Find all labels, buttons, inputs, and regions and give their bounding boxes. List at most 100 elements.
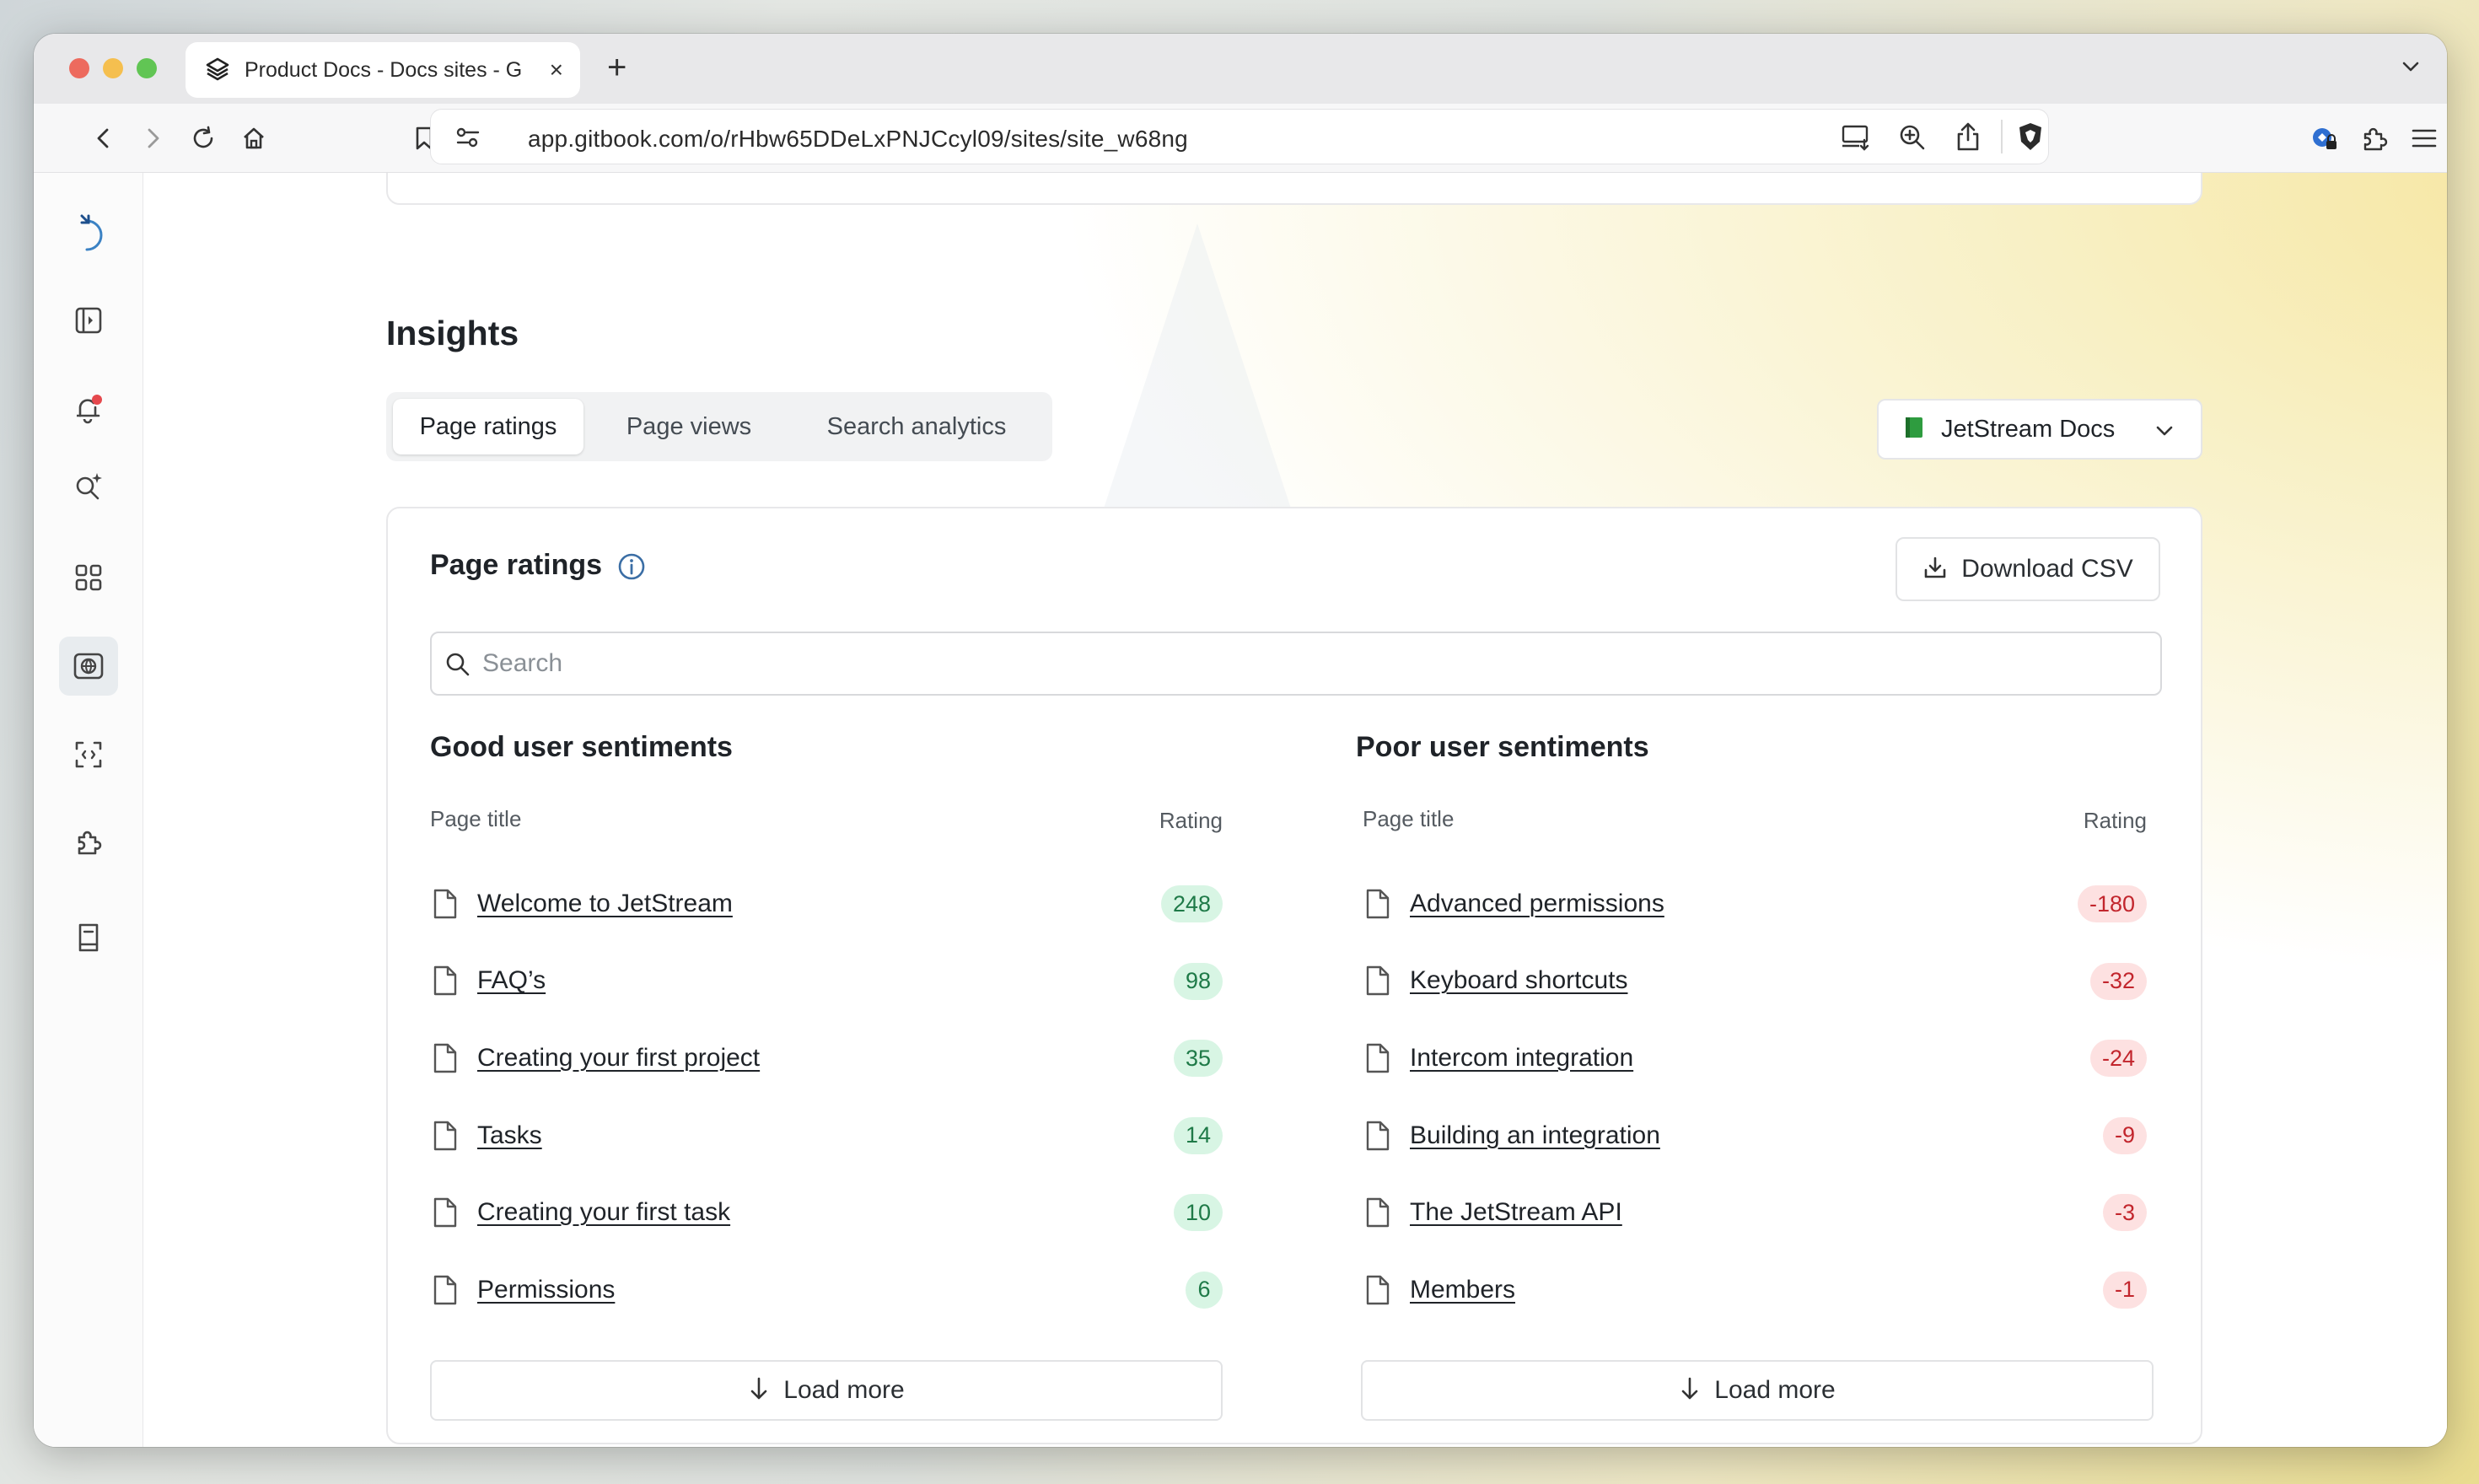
- tab-title: Product Docs - Docs sites - GitBook: [245, 57, 523, 82]
- rating-badge: -24: [2089, 1040, 2147, 1078]
- forward-icon[interactable]: [137, 122, 169, 154]
- brave-shield-icon[interactable]: [2016, 121, 2045, 156]
- document-icon: [1366, 1275, 1390, 1304]
- download-csv-button[interactable]: Download CSV: [1896, 537, 2160, 601]
- page-link[interactable]: Intercom integration: [1410, 1044, 1633, 1073]
- table-row: Building an integration -9: [1363, 1097, 2147, 1175]
- rating-badge: 14: [1173, 1116, 1223, 1154]
- share-icon[interactable]: [1955, 121, 1981, 156]
- rating-badge: -1: [2102, 1271, 2147, 1309]
- close-tab-icon[interactable]: ×: [550, 58, 563, 82]
- menu-icon[interactable]: [2408, 122, 2440, 154]
- profile-lock-icon[interactable]: [2309, 122, 2341, 154]
- table-row: Creating your first task 10: [430, 1174, 1223, 1251]
- toggle-sidebar-icon[interactable]: [59, 291, 118, 350]
- table-row: Intercom integration -24: [1363, 1019, 2147, 1097]
- rating-badge: -180: [2077, 885, 2147, 922]
- page-link[interactable]: The JetStream API: [1410, 1198, 1622, 1227]
- chevron-down-icon: [2154, 420, 2175, 446]
- integrations-icon[interactable]: [59, 814, 118, 873]
- poor-load-more-button[interactable]: Load more: [1361, 1360, 2154, 1421]
- poor-sentiments-list: Advanced permissions -180 Keyboard short…: [1356, 865, 2157, 1329]
- document-icon: [433, 889, 457, 918]
- document-icon: [433, 1121, 457, 1150]
- search-ai-icon[interactable]: [59, 456, 118, 515]
- page-link[interactable]: Tasks: [477, 1121, 542, 1150]
- panel-title: Page ratings: [430, 549, 603, 581]
- gitbook-logo-icon[interactable]: [59, 203, 118, 262]
- gitbook-favicon-icon: [204, 55, 231, 86]
- insights-tabs: Page ratings Page views Search analytics: [386, 392, 1052, 461]
- tab-list-chevron-icon[interactable]: [2400, 56, 2422, 82]
- page-link[interactable]: Building an integration: [1410, 1121, 1660, 1150]
- tab-page-views[interactable]: Page views: [594, 399, 784, 454]
- rating-badge: -3: [2102, 1194, 2147, 1232]
- browser-tab-active[interactable]: Product Docs - Docs sites - GitBook ×: [186, 42, 580, 98]
- page-link[interactable]: Permissions: [477, 1276, 615, 1304]
- column-header-page-title: Page title: [430, 806, 522, 831]
- page-link[interactable]: Creating your first project: [477, 1044, 760, 1073]
- document-icon: [1366, 889, 1390, 918]
- column-header-rating: Rating: [2083, 808, 2147, 833]
- search-icon: [445, 652, 471, 681]
- site-settings-icon[interactable]: [454, 125, 481, 154]
- extensions-icon[interactable]: [2358, 122, 2390, 154]
- minimize-window-button[interactable]: [103, 58, 123, 78]
- table-row: FAQ’s 98: [430, 943, 1223, 1020]
- table-row: Welcome to JetStream 248: [430, 865, 1223, 943]
- document-icon: [433, 1197, 457, 1228]
- apps-grid-icon[interactable]: [59, 548, 118, 607]
- table-row: Tasks 14: [430, 1097, 1223, 1175]
- scan-icon[interactable]: [59, 725, 118, 784]
- page-link[interactable]: Welcome to JetStream: [477, 890, 733, 918]
- good-load-more-button[interactable]: Load more: [430, 1360, 1223, 1421]
- info-icon[interactable]: [617, 552, 646, 585]
- search-input[interactable]: [482, 643, 2135, 684]
- table-row: Advanced permissions -180: [1363, 865, 2147, 943]
- page-link[interactable]: Members: [1410, 1276, 1515, 1304]
- page-ratings-panel: Page ratings Download CSV Good user sent…: [386, 507, 2202, 1444]
- document-icon: [1366, 1197, 1390, 1228]
- previous-card: [386, 173, 2202, 205]
- reload-icon[interactable]: [187, 122, 219, 154]
- browser-window: Product Docs - Docs sites - GitBook × +: [34, 34, 2447, 1447]
- zoom-icon[interactable]: [1898, 123, 1927, 156]
- rating-badge: -32: [2089, 962, 2147, 1000]
- document-icon: [433, 1043, 457, 1073]
- document-icon: [433, 1275, 457, 1304]
- search-field[interactable]: [430, 632, 2162, 696]
- docs-book-icon[interactable]: [59, 908, 118, 967]
- rating-badge: 35: [1173, 1040, 1223, 1078]
- good-sentiments-column: Good user sentiments Page title Rating W…: [430, 731, 1223, 1329]
- zoom-window-button[interactable]: [137, 58, 157, 78]
- table-row: Permissions 6: [430, 1251, 1223, 1329]
- document-icon: [1366, 1043, 1390, 1073]
- page-link[interactable]: Advanced permissions: [1410, 890, 1664, 918]
- rating-badge: -9: [2102, 1116, 2147, 1154]
- page-link[interactable]: Creating your first task: [477, 1198, 730, 1227]
- docs-sites-icon[interactable]: [59, 637, 118, 696]
- tab-search-analytics[interactable]: Search analytics: [794, 399, 1039, 454]
- page-title: Insights: [386, 314, 519, 352]
- table-header: Page title Rating: [430, 806, 1223, 836]
- document-icon: [1366, 1121, 1390, 1150]
- app-sidebar: [34, 173, 143, 1447]
- url-text: app.gitbook.com/o/rHbw65DDeLxPNJCcyl09/s…: [528, 126, 1188, 152]
- page-content: Insights Page ratings Page views Search …: [34, 173, 2447, 1447]
- good-sentiments-list: Welcome to JetStream 248 FAQ’s 98 Creati…: [430, 865, 1223, 1329]
- new-tab-button[interactable]: +: [607, 49, 626, 86]
- home-icon[interactable]: [238, 122, 270, 154]
- page-link[interactable]: FAQ’s: [477, 966, 546, 995]
- table-row: The JetStream API -3: [1363, 1174, 2147, 1251]
- browser-toolbar: app.gitbook.com/o/rHbw65DDeLxPNJCcyl09/s…: [34, 104, 2447, 173]
- site-book-icon: [1904, 416, 1924, 444]
- back-icon[interactable]: [88, 122, 120, 154]
- rating-badge: 248: [1160, 885, 1223, 922]
- page-link[interactable]: Keyboard shortcuts: [1410, 966, 1627, 995]
- install-app-icon[interactable]: [1841, 123, 1871, 156]
- close-window-button[interactable]: [69, 58, 89, 78]
- address-bar[interactable]: app.gitbook.com/o/rHbw65DDeLxPNJCcyl09/s…: [430, 109, 2049, 164]
- notifications-icon[interactable]: [59, 379, 118, 438]
- tab-page-ratings[interactable]: Page ratings: [393, 399, 583, 454]
- site-selector[interactable]: JetStream Docs: [1877, 399, 2202, 460]
